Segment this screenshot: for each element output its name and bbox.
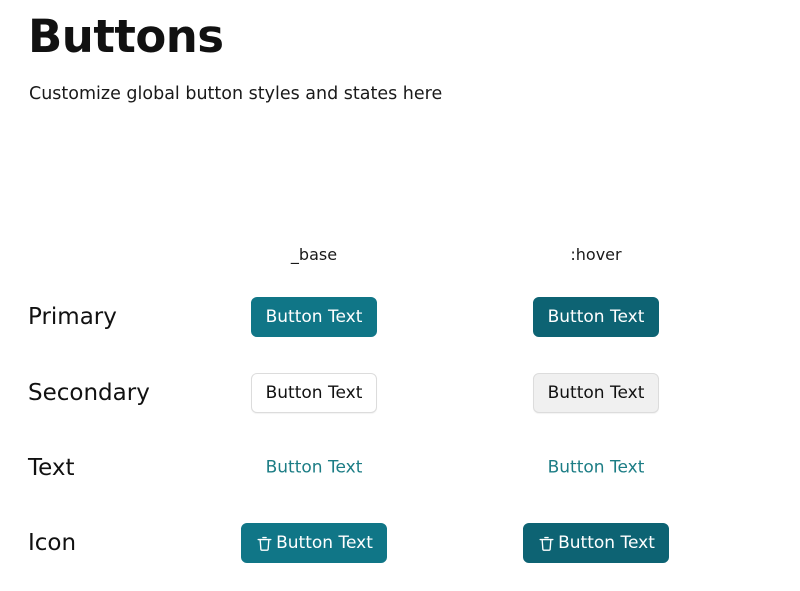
buttons-style-guide-page: Buttons Customize global button styles a… bbox=[0, 0, 800, 591]
row-label-icon: Icon bbox=[28, 530, 77, 556]
text-button-base[interactable]: Button Text bbox=[265, 459, 364, 478]
button-variant-matrix: _base :hover Primary Button Text Button … bbox=[0, 245, 800, 581]
button-label: Button Text bbox=[547, 306, 645, 327]
page-title: Buttons bbox=[28, 10, 224, 63]
button-label: Button Text bbox=[265, 306, 363, 327]
row-label-text: Text bbox=[28, 455, 75, 481]
column-header-row: _base :hover bbox=[0, 245, 800, 279]
secondary-button-base[interactable]: Button Text bbox=[250, 373, 378, 413]
icon-button-hover[interactable]: Button Text bbox=[523, 523, 669, 563]
cell-secondary-hover: Button Text bbox=[523, 373, 669, 413]
button-label: Button Text bbox=[276, 532, 373, 553]
primary-button-hover[interactable]: Button Text bbox=[532, 297, 660, 337]
cell-text-base: Button Text bbox=[241, 459, 387, 478]
cell-primary-base: Button Text bbox=[241, 297, 387, 337]
cell-secondary-base: Button Text bbox=[241, 373, 387, 413]
matrix-row-text: Text Button Text Button Text bbox=[0, 431, 800, 505]
column-header-base: _base bbox=[290, 245, 338, 264]
row-label-secondary: Secondary bbox=[28, 380, 150, 406]
primary-button-base[interactable]: Button Text bbox=[250, 297, 378, 337]
matrix-row-secondary: Secondary Button Text Button Text bbox=[0, 355, 800, 431]
column-header-hover: :hover bbox=[570, 245, 622, 264]
button-label: Button Text bbox=[265, 382, 363, 403]
cell-icon-hover: Button Text bbox=[523, 523, 669, 563]
button-label: Button Text bbox=[547, 382, 645, 403]
cell-primary-hover: Button Text bbox=[523, 297, 669, 337]
cell-icon-base: Button Text bbox=[241, 523, 387, 563]
secondary-button-hover[interactable]: Button Text bbox=[532, 373, 660, 413]
row-label-primary: Primary bbox=[28, 304, 117, 330]
trash-icon bbox=[255, 534, 274, 553]
matrix-row-icon: Icon Button Text Button Text bbox=[0, 505, 800, 581]
icon-button-base[interactable]: Button Text bbox=[241, 523, 387, 563]
cell-text-hover: Button Text bbox=[523, 459, 669, 478]
button-label: Button Text bbox=[547, 457, 645, 478]
trash-icon bbox=[537, 534, 556, 553]
page-subtitle: Customize global button styles and state… bbox=[29, 84, 443, 104]
text-button-hover[interactable]: Button Text bbox=[547, 459, 646, 478]
matrix-row-primary: Primary Button Text Button Text bbox=[0, 279, 800, 355]
button-label: Button Text bbox=[558, 532, 655, 553]
button-label: Button Text bbox=[265, 457, 363, 478]
